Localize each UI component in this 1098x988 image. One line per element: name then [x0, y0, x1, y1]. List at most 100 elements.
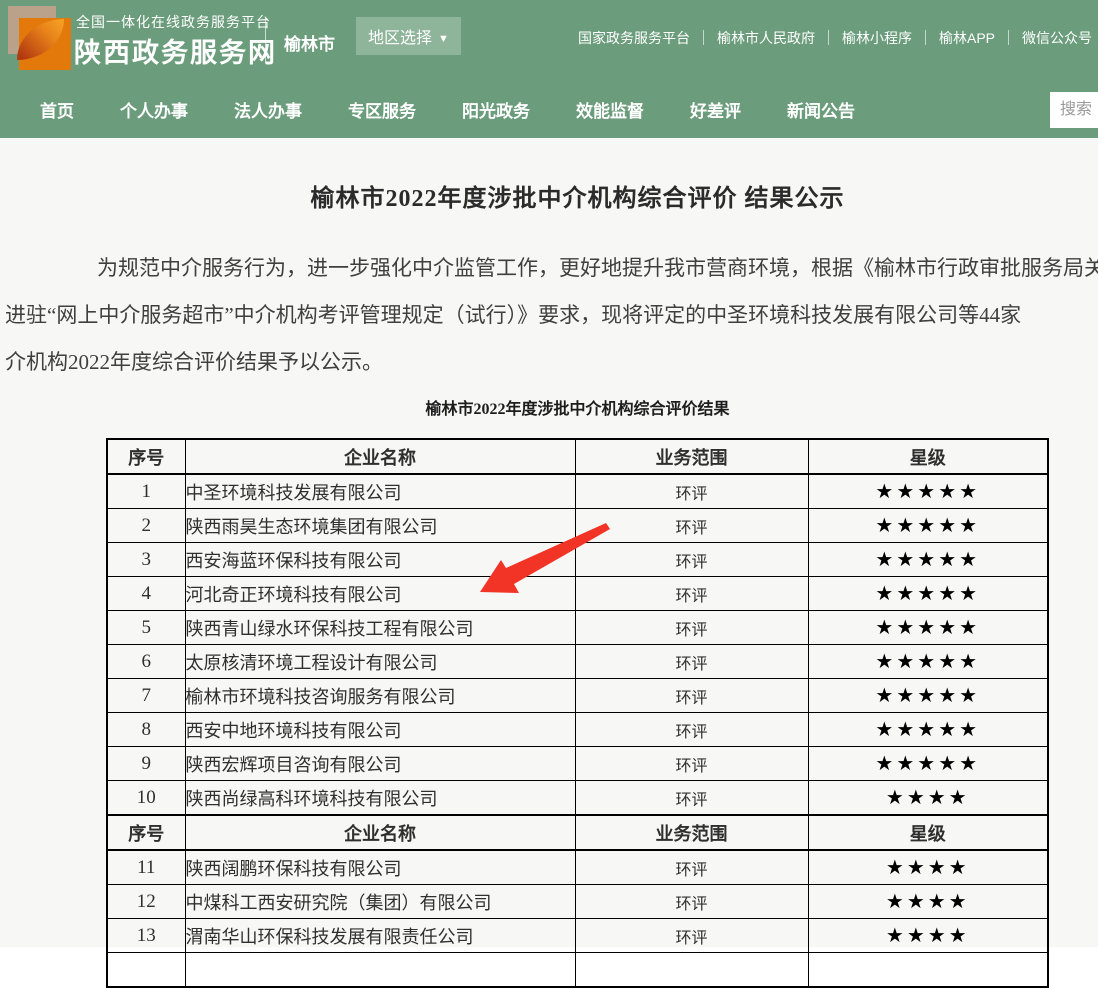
empty-cell [107, 953, 185, 988]
search-input[interactable] [1050, 92, 1098, 128]
header-divider [265, 18, 266, 64]
company-name-cell: 榆林市环境科技咨询服务有限公司 [185, 679, 575, 713]
region-select-label: 地区选择 [368, 30, 432, 47]
company-name-cell: 陕西宏辉项目咨询有限公司 [185, 747, 575, 781]
company-name-cell: 中圣环境科技发展有限公司 [185, 474, 575, 509]
row-index-cell: 11 [107, 850, 185, 885]
nav-item-2[interactable]: 个人办事 [120, 97, 188, 122]
current-city-label: 榆林市 [284, 30, 335, 55]
top-link[interactable]: 榆林APP [939, 28, 995, 48]
site-logo-icon [8, 6, 74, 72]
star-rating-cell: ★★★★★ [808, 679, 1048, 713]
company-name-cell: 中煤科工西安研究院（集团）有限公司 [185, 885, 575, 919]
star-rating-cell: ★★★★★ [808, 645, 1048, 679]
table-row: 1中圣环境科技发展有限公司环评★★★★★ [107, 474, 1048, 509]
business-scope-cell: 环评 [575, 850, 808, 885]
business-scope-cell: 环评 [575, 474, 808, 509]
article-content: 榆林市2022年度涉批中介机构综合评价 结果公示 为规范中介服务行为，进一步强化… [0, 138, 1098, 947]
row-index-cell: 6 [107, 645, 185, 679]
nav-item-7[interactable]: 好差评 [690, 97, 741, 122]
table-row: 13渭南华山环保科技发展有限责任公司环评★★★★ [107, 919, 1048, 953]
nav-item-8[interactable]: 新闻公告 [787, 97, 855, 122]
top-header: 全国一体化在线政务服务平台 陕西政务服务网 榆林市 地区选择▼ 国家政务服务平台… [0, 0, 1098, 80]
evaluation-table-body: 序号企业名称业务范围星级1中圣环境科技发展有限公司环评★★★★★2陕西雨昊生态环… [107, 439, 1048, 987]
table-row: 5陕西青山绿水环保科技工程有限公司环评★★★★★ [107, 611, 1048, 645]
table-row: 4河北奇正环境科技有限公司环评★★★★★ [107, 577, 1048, 611]
column-header: 星级 [808, 439, 1048, 474]
star-rating-cell: ★★★★★ [808, 611, 1048, 645]
column-header: 业务范围 [575, 815, 808, 850]
row-index-cell: 13 [107, 919, 185, 953]
nav-item-6[interactable]: 效能监督 [576, 97, 644, 122]
star-rating-cell: ★★★★★ [808, 509, 1048, 543]
row-index-cell: 7 [107, 679, 185, 713]
business-scope-cell: 环评 [575, 885, 808, 919]
nav-item-5[interactable]: 阳光政务 [462, 97, 530, 122]
column-header: 企业名称 [185, 815, 575, 850]
star-rating-cell: ★★★★ [808, 919, 1048, 953]
table-row: 10陕西尚绿高科环境科技有限公司环评★★★★ [107, 781, 1048, 816]
top-link[interactable]: 榆林小程序 [842, 28, 912, 48]
row-index-cell: 10 [107, 781, 185, 816]
top-link[interactable]: 榆林市人民政府 [717, 28, 815, 48]
table-header-row: 序号企业名称业务范围星级 [107, 815, 1048, 850]
top-link[interactable]: 微信公众号 [1022, 28, 1092, 48]
nav-item-1[interactable]: 首页 [40, 97, 74, 122]
table-row: 3西安海蓝环保科技有限公司环评★★★★★ [107, 543, 1048, 577]
region-select-button[interactable]: 地区选择 ▼ [356, 17, 461, 55]
business-scope-cell: 环评 [575, 577, 808, 611]
company-name-cell: 陕西尚绿高科环境科技有限公司 [185, 781, 575, 816]
table-caption: 榆林市2022年度涉批中介机构综合评价结果 [0, 395, 1098, 419]
row-index-cell: 12 [107, 885, 185, 919]
star-rating-cell: ★★★★ [808, 885, 1048, 919]
table-row: 2陕西雨昊生态环境集团有限公司环评★★★★★ [107, 509, 1048, 543]
star-rating-cell: ★★★★ [808, 850, 1048, 885]
search-box[interactable] [1050, 92, 1098, 128]
star-rating-cell: ★★★★★ [808, 543, 1048, 577]
column-header: 序号 [107, 439, 185, 474]
page-title: 榆林市2022年度涉批中介机构综合评价 结果公示 [0, 178, 1098, 213]
top-link[interactable]: 国家政务服务平台 [578, 28, 690, 48]
company-name-cell: 西安中地环境科技有限公司 [185, 713, 575, 747]
row-index-cell: 1 [107, 474, 185, 509]
business-scope-cell: 环评 [575, 509, 808, 543]
business-scope-cell: 环评 [575, 919, 808, 953]
table-row: 8西安中地环境科技有限公司环评★★★★★ [107, 713, 1048, 747]
paragraph-line-3: 介机构2022年度综合评价结果予以公示。 [0, 339, 1098, 386]
top-links: 国家政务服务平台榆林市人民政府榆林小程序榆林APP微信公众号注册 [578, 27, 1098, 48]
chevron-down-icon: ▼ [438, 33, 449, 45]
business-scope-cell: 环评 [575, 645, 808, 679]
announcement-paragraph: 为规范中介服务行为，进一步强化中介监管工作，更好地提升我市营商环境，根据《榆林市… [0, 245, 1098, 386]
star-rating-cell: ★★★★★ [808, 713, 1048, 747]
nav-item-4[interactable]: 专区服务 [348, 97, 416, 122]
table-row-partial [107, 953, 1048, 988]
table-row: 12中煤科工西安研究院（集团）有限公司环评★★★★ [107, 885, 1048, 919]
row-index-cell: 2 [107, 509, 185, 543]
paragraph-line-1: 为规范中介服务行为，进一步强化中介监管工作，更好地提升我市营商环境，根据《榆林市… [0, 245, 1098, 292]
star-rating-cell: ★★★★★ [808, 577, 1048, 611]
link-separator [1008, 30, 1009, 45]
link-separator [828, 30, 829, 45]
column-header: 序号 [107, 815, 185, 850]
company-name-cell: 陕西青山绿水环保科技工程有限公司 [185, 611, 575, 645]
evaluation-table: 序号企业名称业务范围星级1中圣环境科技发展有限公司环评★★★★★2陕西雨昊生态环… [106, 438, 1049, 988]
site-title: 陕西政务服务网 [74, 31, 277, 70]
table-row: 6太原核清环境工程设计有限公司环评★★★★★ [107, 645, 1048, 679]
empty-cell [185, 953, 575, 988]
company-name-cell: 渭南华山环保科技发展有限责任公司 [185, 919, 575, 953]
column-header: 企业名称 [185, 439, 575, 474]
business-scope-cell: 环评 [575, 747, 808, 781]
table-row: 11陕西阔鹏环保科技有限公司环评★★★★ [107, 850, 1048, 885]
paragraph-line-2: 进驻“网上中介服务超市”中介机构考评管理规定（试行）》要求，现将评定的中圣环境科… [0, 292, 1098, 339]
nav-item-3[interactable]: 法人办事 [234, 97, 302, 122]
link-separator [925, 30, 926, 45]
star-rating-cell: ★★★★ [808, 781, 1048, 816]
company-name-cell: 河北奇正环境科技有限公司 [185, 577, 575, 611]
business-scope-cell: 环评 [575, 781, 808, 816]
empty-cell [575, 953, 808, 988]
star-rating-cell: ★★★★★ [808, 747, 1048, 781]
business-scope-cell: 环评 [575, 679, 808, 713]
table-header-row: 序号企业名称业务范围星级 [107, 439, 1048, 474]
column-header: 星级 [808, 815, 1048, 850]
business-scope-cell: 环评 [575, 713, 808, 747]
